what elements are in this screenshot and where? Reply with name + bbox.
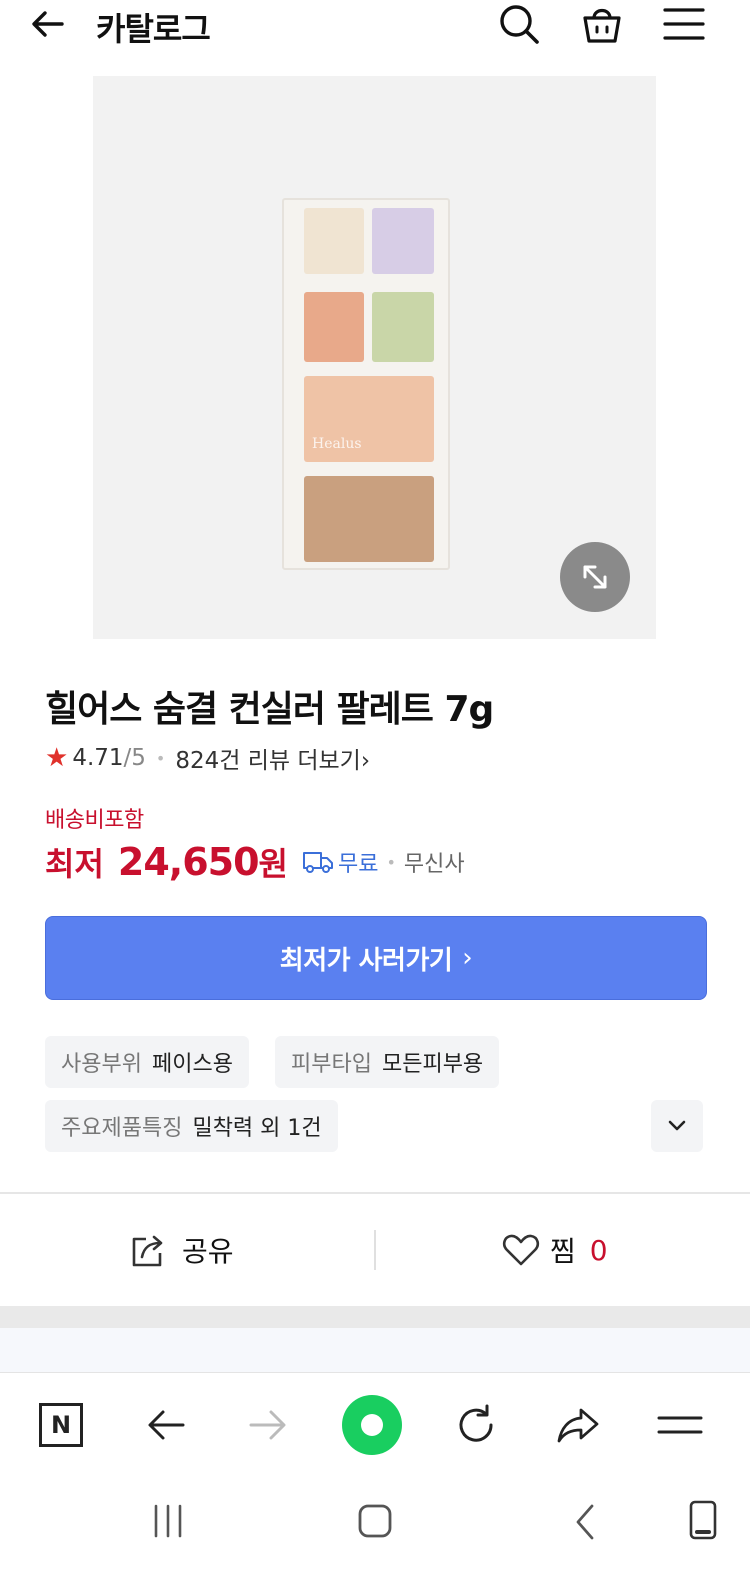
divider bbox=[374, 1230, 376, 1270]
refresh-icon bbox=[459, 1404, 493, 1442]
action-bar: 공유 찜 0 bbox=[0, 1194, 750, 1306]
arrow-left-icon bbox=[32, 11, 64, 37]
browser-menu-button[interactable] bbox=[648, 1393, 712, 1457]
hamburger-menu-icon bbox=[663, 8, 705, 40]
product-image[interactable]: Healus bbox=[93, 76, 656, 639]
attribute-value: 모든피부용 bbox=[381, 1052, 484, 1077]
menu-lines-icon bbox=[657, 1416, 703, 1434]
browser-forward-button[interactable] bbox=[236, 1393, 300, 1457]
rating-value: 4.71 bbox=[72, 745, 124, 771]
search-icon bbox=[500, 5, 539, 44]
heart-outline-icon bbox=[502, 1234, 540, 1266]
search-button[interactable] bbox=[495, 0, 543, 48]
expand-arrows-icon bbox=[583, 565, 607, 589]
cta-label: 최저가 사러가기 bbox=[279, 945, 453, 976]
top-header: 카탈로그 bbox=[0, 0, 750, 72]
home-square-icon bbox=[358, 1504, 392, 1538]
attribute-key: 피부타입 bbox=[291, 1052, 372, 1077]
naver-n-label: N bbox=[50, 1411, 72, 1439]
cart-button[interactable] bbox=[578, 0, 626, 48]
menu-button[interactable] bbox=[660, 0, 708, 48]
attribute-value: 밀착력 외 1건 bbox=[192, 1116, 322, 1141]
chevron-down-icon bbox=[668, 1120, 686, 1131]
arrow-left-icon bbox=[148, 1410, 185, 1440]
delivery-label: 무료 bbox=[337, 852, 379, 877]
price-prefix: 최저 bbox=[45, 845, 104, 883]
wish-label: 찜 bbox=[550, 1235, 576, 1268]
arrow-right-icon bbox=[249, 1410, 286, 1440]
price-row: 최저 24,650 원 무료 • 무신사 bbox=[45, 838, 465, 886]
review-link[interactable]: 824건 리뷰 더보기› bbox=[175, 741, 370, 775]
delivery-truck-icon bbox=[302, 852, 333, 873]
wish-count: 0 bbox=[589, 1233, 608, 1267]
refresh-button[interactable] bbox=[444, 1393, 508, 1457]
share-label: 공유 bbox=[182, 1235, 234, 1268]
palette-brand-mark: Healus bbox=[312, 436, 362, 452]
share-arrow-icon bbox=[557, 1408, 599, 1443]
green-dot-button[interactable] bbox=[340, 1393, 404, 1457]
chevron-left-icon bbox=[576, 1504, 594, 1540]
product-name: 힐어스 숨결 컨실러 팔레트 7g bbox=[45, 689, 494, 730]
expand-attributes-button[interactable] bbox=[651, 1100, 703, 1152]
delivery-info: 무료 bbox=[302, 846, 378, 878]
price-unit: 원 bbox=[258, 845, 288, 883]
rating-row: ★ 4.71 /5 • 824건 리뷰 더보기› bbox=[45, 741, 370, 775]
shipping-included-label: 배송비포함 bbox=[45, 808, 144, 833]
attribute-chip: 주요제품특징 밀착력 외 1건 bbox=[45, 1100, 338, 1152]
shopping-bag-icon bbox=[583, 8, 621, 43]
rating-denominator: /5 bbox=[123, 745, 146, 771]
browser-share-button[interactable] bbox=[546, 1393, 610, 1457]
expand-image-button[interactable] bbox=[560, 542, 630, 612]
star-icon: ★ bbox=[45, 743, 69, 773]
home-button[interactable] bbox=[354, 1500, 396, 1542]
naver-n-icon: N bbox=[39, 1403, 83, 1447]
attribute-chip: 사용부위 페이스용 bbox=[45, 1036, 249, 1088]
palette-illustration: Healus bbox=[282, 198, 450, 570]
separator-dot: • bbox=[155, 748, 166, 768]
rotate-screen-button[interactable] bbox=[686, 1498, 720, 1544]
browser-back-button[interactable] bbox=[134, 1393, 198, 1457]
section-separator bbox=[0, 1306, 750, 1328]
next-section-peek bbox=[0, 1328, 750, 1372]
separator-dot: • bbox=[386, 852, 396, 872]
attribute-value: 페이스용 bbox=[151, 1052, 233, 1077]
back-button[interactable] bbox=[24, 0, 72, 48]
wish-button[interactable]: 찜 0 bbox=[502, 1224, 608, 1276]
price-value: 24,650 bbox=[117, 840, 260, 884]
naver-home-button[interactable]: N bbox=[29, 1393, 93, 1457]
green-dot-icon bbox=[342, 1395, 402, 1455]
chevron-right-icon: › bbox=[462, 943, 473, 973]
buy-lowest-price-button[interactable]: 최저가 사러가기 › bbox=[45, 916, 707, 1000]
phone-icon bbox=[689, 1500, 717, 1540]
review-link-label: 824건 리뷰 더보기 bbox=[175, 748, 361, 774]
recent-apps-button[interactable] bbox=[144, 1502, 192, 1542]
share-icon bbox=[132, 1235, 163, 1267]
chevron-right-icon: › bbox=[360, 748, 371, 774]
system-navigation-bar bbox=[0, 1480, 750, 1584]
attribute-key: 주요제품특징 bbox=[61, 1116, 183, 1141]
page-title: 카탈로그 bbox=[96, 10, 211, 48]
recent-apps-icon bbox=[154, 1504, 182, 1538]
attribute-key: 사용부위 bbox=[61, 1052, 142, 1077]
attribute-chip: 피부타입 모든피부용 bbox=[275, 1036, 500, 1088]
system-back-button[interactable] bbox=[566, 1500, 606, 1544]
seller-name: 무신사 bbox=[403, 852, 465, 877]
browser-toolbar: N bbox=[0, 1372, 750, 1480]
share-button[interactable]: 공유 bbox=[130, 1224, 234, 1276]
